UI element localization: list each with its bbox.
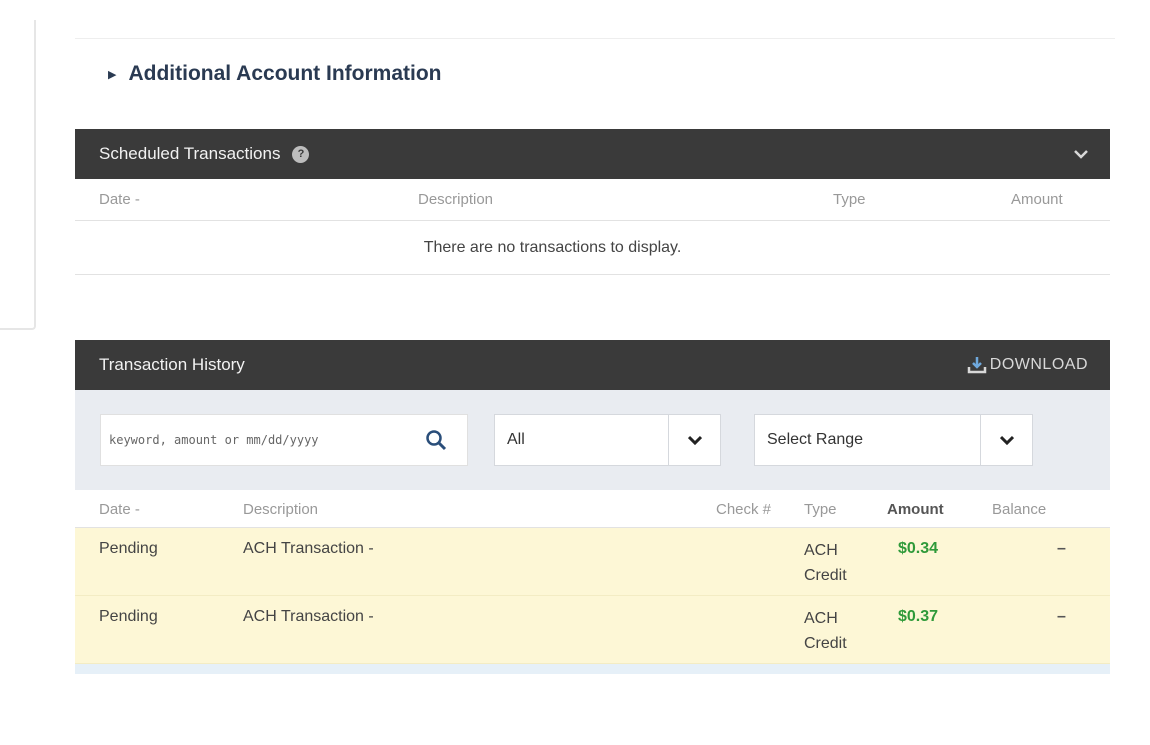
search-box [100, 414, 468, 466]
chevron-down-icon [980, 415, 1032, 465]
col-type-header: Type [804, 501, 837, 518]
row-balance: – [1057, 540, 1066, 557]
scheduled-column-headers: Date - Description Type Amount [75, 179, 1110, 221]
row-type: ACH Credit [804, 538, 847, 588]
row-type-line2: Credit [804, 635, 847, 652]
transaction-history-title: Transaction History [99, 355, 245, 374]
search-input[interactable] [109, 433, 419, 447]
scheduled-transactions-header[interactable]: Scheduled Transactions ? [75, 129, 1110, 179]
chevron-down-icon [668, 415, 720, 465]
transaction-history-panel: Transaction History DOWNLOAD All Sele [75, 340, 1110, 674]
scheduled-transactions-panel: Scheduled Transactions ? Date - Descript… [75, 129, 1110, 275]
chevron-down-icon[interactable] [1074, 149, 1088, 159]
col-balance-header: Balance [992, 501, 1047, 518]
table-row[interactable]: Pending ACH Transaction - ACH Credit $0.… [75, 528, 1110, 596]
download-icon [967, 357, 987, 374]
row-amount: $0.34 [898, 540, 939, 557]
row-type-line1: ACH [804, 610, 838, 627]
history-column-headers: Date - Description Check # Type Amount B… [75, 490, 1110, 528]
row-description: ACH Transaction - [243, 608, 374, 625]
col-description-header: Description [418, 191, 494, 208]
additional-account-info-toggle[interactable]: ▶ Additional Account Information [108, 62, 442, 86]
empty-state-message: There are no transactions to display. [75, 221, 1110, 275]
row-type-line2: Credit [804, 567, 847, 584]
additional-account-info-label: Additional Account Information [128, 62, 442, 85]
row-balance: – [1057, 608, 1066, 625]
col-type-header: Type [833, 191, 866, 208]
col-date-header[interactable]: Date - [99, 191, 140, 208]
download-button[interactable]: DOWNLOAD [967, 356, 1088, 374]
row-type: ACH Credit [804, 606, 847, 656]
col-amount-header: Amount [887, 501, 944, 518]
table-row-partial [75, 664, 1110, 674]
left-panel-frame [0, 20, 36, 330]
table-row[interactable]: Pending ACH Transaction - ACH Credit $0.… [75, 596, 1110, 664]
row-type-line1: ACH [804, 542, 838, 559]
col-amount-header: Amount [1011, 191, 1063, 208]
row-description: ACH Transaction - [243, 540, 374, 557]
top-divider [75, 38, 1115, 39]
transaction-type-select[interactable]: All [494, 414, 721, 466]
filter-bar: All Select Range [75, 390, 1110, 490]
help-icon[interactable]: ? [292, 145, 310, 163]
row-amount: $0.37 [898, 608, 939, 625]
date-range-value: Select Range [767, 431, 864, 448]
expand-triangle-icon: ▶ [108, 68, 117, 81]
scheduled-transactions-title: Scheduled Transactions [99, 144, 281, 163]
search-icon[interactable] [425, 429, 447, 451]
col-description-header: Description [243, 501, 319, 518]
transaction-history-header: Transaction History DOWNLOAD [75, 340, 1110, 390]
row-date: Pending [99, 608, 158, 625]
col-check-header: Check # [716, 501, 772, 518]
download-label: DOWNLOAD [989, 356, 1088, 373]
transaction-type-value: All [507, 431, 525, 448]
date-range-select[interactable]: Select Range [754, 414, 1033, 466]
col-date-header[interactable]: Date - [99, 501, 140, 518]
row-date: Pending [99, 540, 158, 557]
